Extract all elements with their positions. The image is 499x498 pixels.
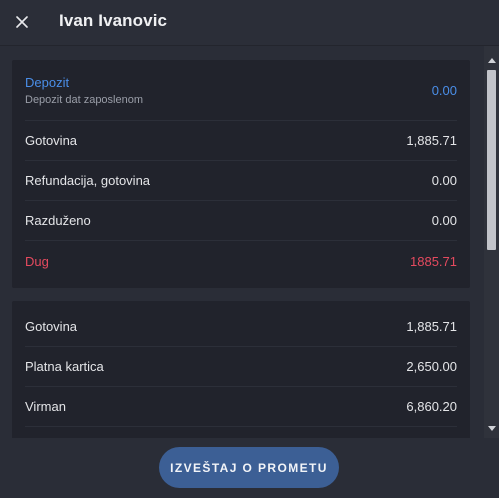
deposit-row: Depozit Depozit dat zaposlenom 0.00 [25,60,457,121]
settled-label: Razduženo [25,213,91,228]
cash-row: Gotovina 1,885.71 [25,121,457,161]
payment-card-value: 2,650.00 [406,359,457,374]
settled-row: Razduženo 0.00 [25,201,457,241]
debt-row: Dug 1885.71 [25,241,457,281]
payment-card-label: Platna kartica [25,359,104,374]
debt-label: Dug [25,253,49,269]
dialog-footer: IZVEŠTAJ O PROMETU [0,438,499,498]
settled-value: 0.00 [431,213,457,228]
payment-row-transfer: Virman 6,860.20 [25,387,457,427]
payment-transfer-value: 6,860.20 [406,399,457,414]
refund-label: Refundacija, gotovina [25,173,151,188]
content-scrollbar[interactable] [484,46,499,438]
page-title: Ivan Ivanovic [59,11,168,30]
summary-card: Depozit Depozit dat zaposlenom 0.00 Goto… [12,60,470,288]
deposit-value: 0.00 [431,82,457,98]
payment-row-card: Platna kartica 2,650.00 [25,347,457,387]
debt-value: 1885.71 [410,253,457,269]
payment-cash-value: 1,885.71 [406,319,457,334]
payments-card: Gotovina 1,885.71 Platna kartica 2,650.0… [12,301,470,438]
cash-label: Gotovina [25,133,78,148]
scroll-thumb[interactable] [487,70,496,250]
refund-row: Refundacija, gotovina 0.00 [25,161,457,201]
deposit-sublabel: Depozit dat zaposlenom [25,93,144,106]
dialog-header: Ivan Ivanovic [0,0,499,46]
close-icon [16,16,28,28]
payment-row-cash: Gotovina 1,885.71 [25,307,457,347]
deposit-label-group: Depozit Depozit dat zaposlenom [25,75,143,106]
dialog-content: Depozit Depozit dat zaposlenom 0.00 Goto… [0,46,484,438]
cash-value: 1,885.71 [406,133,457,148]
payment-cash-label: Gotovina [25,319,78,334]
close-button[interactable] [11,11,33,33]
deposit-label: Depozit [25,74,70,90]
refund-value: 0.00 [431,173,457,188]
payment-transfer-label: Virman [25,399,66,414]
scroll-up-icon[interactable] [488,58,496,63]
scroll-down-icon[interactable] [488,426,496,431]
sales-report-button[interactable]: IZVEŠTAJ O PROMETU [159,447,339,488]
